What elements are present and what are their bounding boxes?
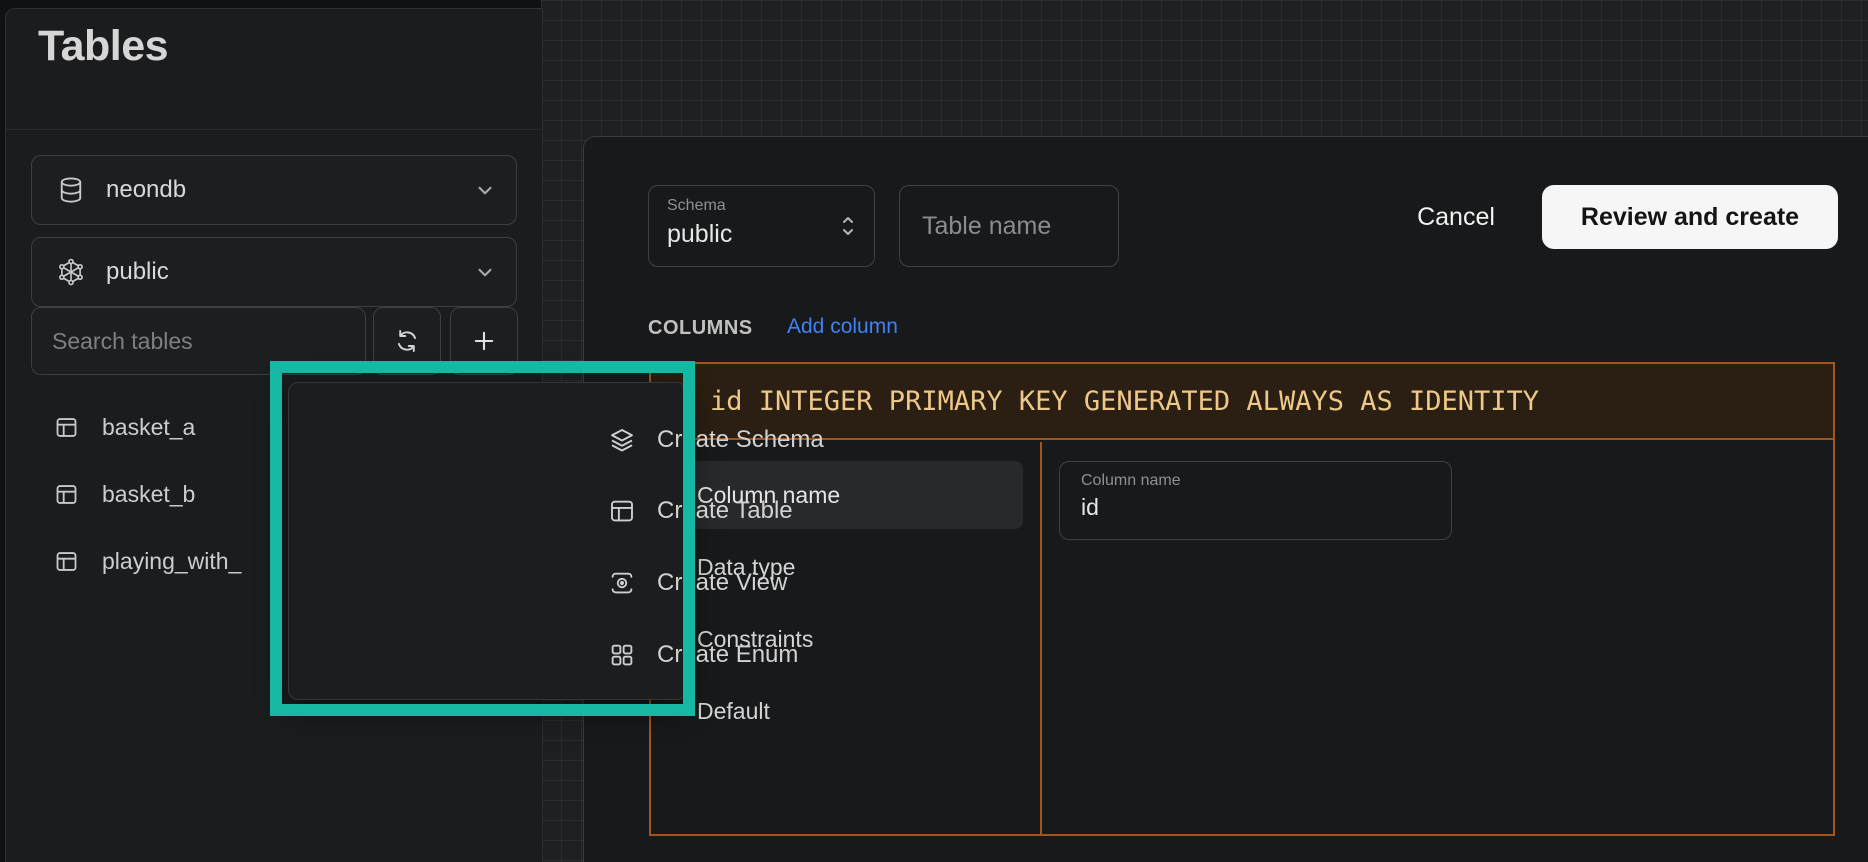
- column-name-field-value: id: [1081, 494, 1099, 521]
- form-divider: [1040, 442, 1042, 834]
- schema-select-value: public: [106, 258, 169, 286]
- create-context-menu: Create Schema Create Table Create View: [288, 382, 687, 700]
- table-icon: [53, 414, 80, 441]
- add-column-link[interactable]: Add column: [787, 315, 898, 339]
- schema-field-select[interactable]: Schema public: [648, 185, 875, 267]
- menu-item-create-enum[interactable]: Create Enum: [607, 633, 967, 677]
- menu-item-create-view[interactable]: Create View: [607, 561, 967, 605]
- column-name-field-label: Column name: [1081, 472, 1181, 490]
- page-title: Tables: [38, 22, 168, 71]
- table-icon: [607, 496, 637, 526]
- enum-icon: [607, 640, 637, 670]
- schema-field-label: Schema: [667, 197, 726, 215]
- search-tables-field: [31, 307, 366, 375]
- menu-item-create-schema[interactable]: Create Schema: [607, 418, 967, 462]
- database-select-value: neondb: [106, 176, 186, 204]
- chevron-down-icon: [472, 259, 498, 285]
- database-icon: [56, 175, 86, 205]
- schema-field-value: public: [667, 220, 732, 249]
- schema-select[interactable]: public: [31, 237, 517, 307]
- chevron-updown-icon: [836, 210, 860, 242]
- table-name: basket_a: [102, 414, 195, 441]
- app-window: Tables neondb public: [0, 0, 1868, 862]
- menu-item-label: Create View: [657, 569, 787, 597]
- add-table-button[interactable]: [450, 307, 518, 375]
- column-name-field[interactable]: Column name id: [1059, 461, 1452, 540]
- columns-heading: COLUMNS: [648, 317, 753, 340]
- table-name-field: [899, 185, 1119, 267]
- search-input[interactable]: [50, 327, 344, 356]
- layers-icon: [607, 425, 637, 455]
- review-and-create-button[interactable]: Review and create: [1542, 185, 1838, 249]
- nav-item-default[interactable]: Default: [697, 677, 1027, 745]
- menu-item-label: Create Table: [657, 497, 793, 525]
- schema-graph-icon: [56, 257, 86, 287]
- table-name-input[interactable]: [920, 211, 1104, 242]
- column-sql-text: id INTEGER PRIMARY KEY GENERATED ALWAYS …: [710, 386, 1539, 417]
- table-icon: [53, 548, 80, 575]
- refresh-button[interactable]: [373, 307, 441, 375]
- table-name: playing_with_: [102, 548, 241, 575]
- refresh-icon: [393, 327, 421, 355]
- view-icon: [607, 568, 637, 598]
- menu-item-label: Create Enum: [657, 641, 798, 669]
- table-icon: [53, 481, 80, 508]
- cancel-button[interactable]: Cancel: [1396, 190, 1516, 244]
- table-name: basket_b: [102, 481, 195, 508]
- database-select[interactable]: neondb: [31, 155, 517, 225]
- plus-icon: [470, 327, 498, 355]
- chevron-down-icon: [472, 177, 498, 203]
- menu-item-create-table[interactable]: Create Table: [607, 489, 967, 533]
- menu-item-label: Create Schema: [657, 426, 824, 454]
- sidebar-divider: [5, 129, 541, 130]
